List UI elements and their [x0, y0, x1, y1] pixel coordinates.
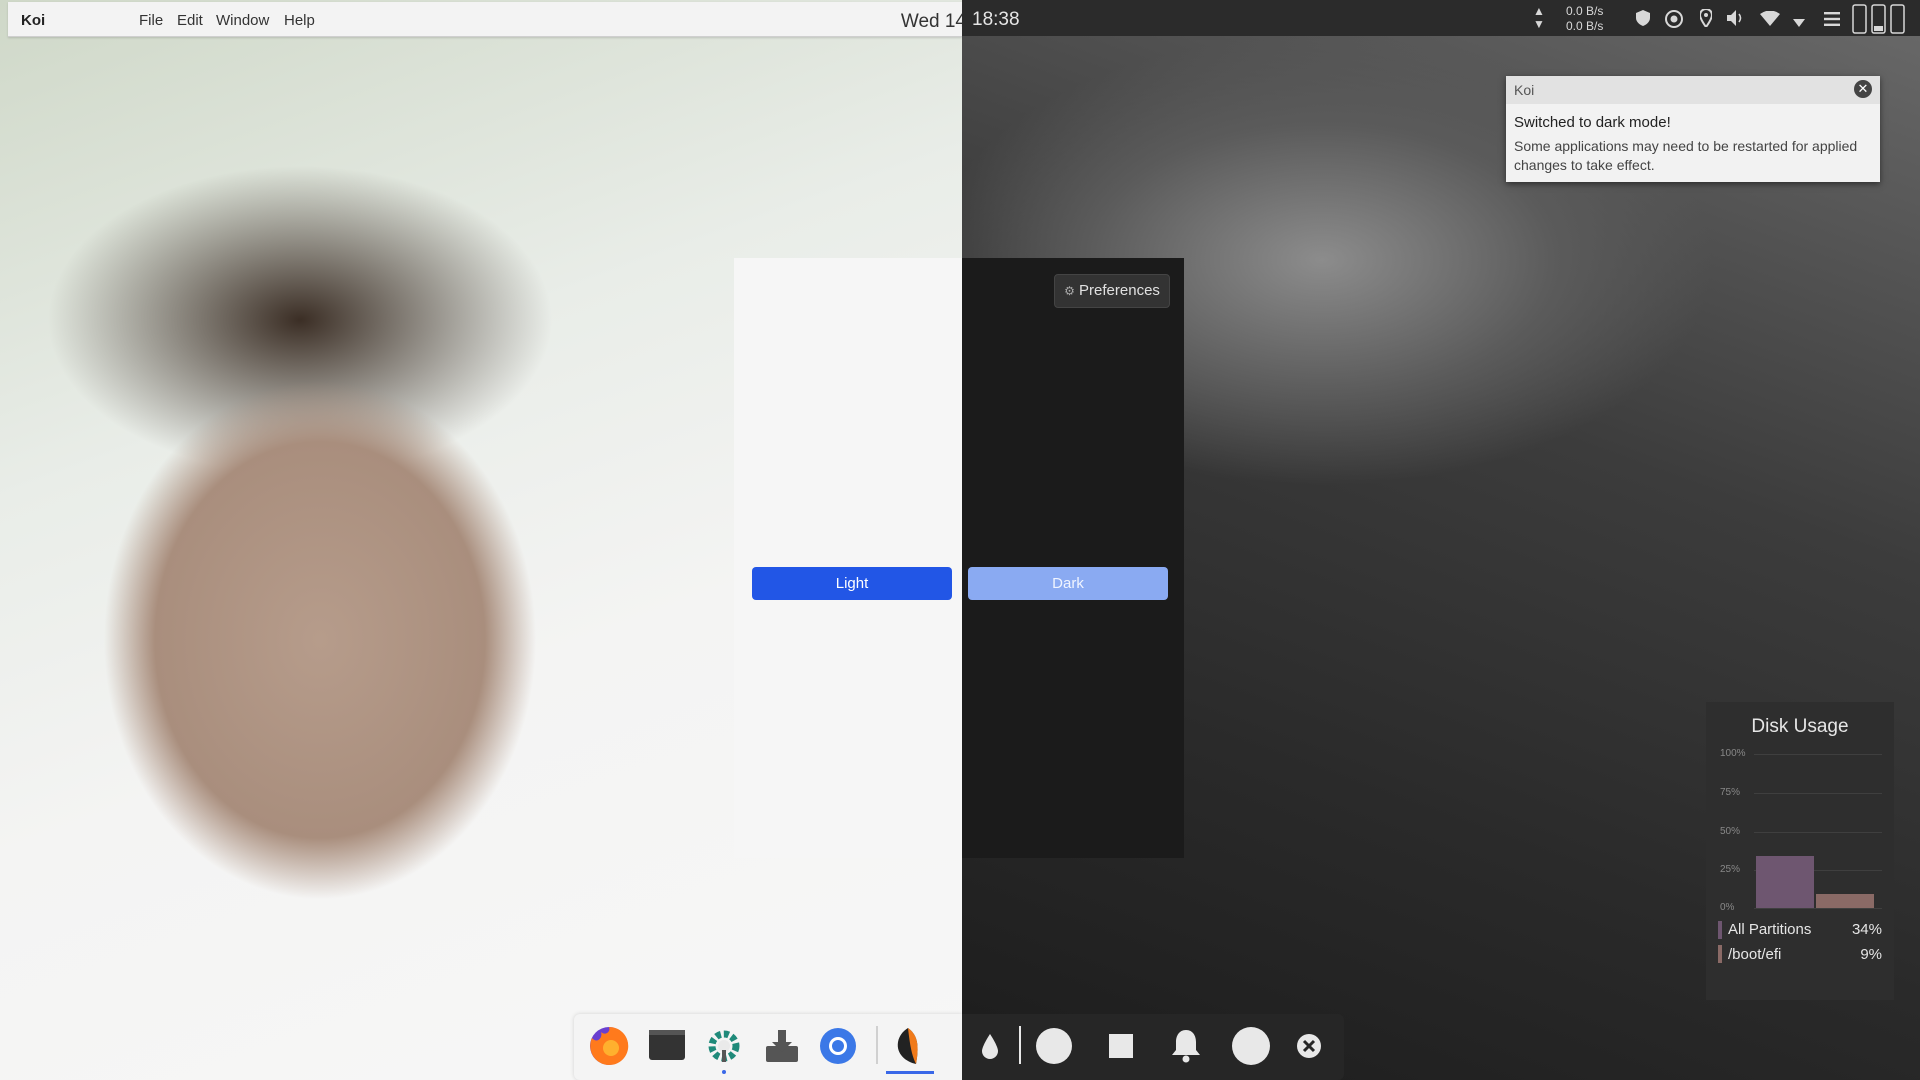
- battery-icon[interactable]: [1852, 4, 1912, 34]
- dock-separator: [1019, 1026, 1021, 1064]
- disk-usage-widget: Disk Usage 100% 75% 50% 25% 0% All Parti…: [1706, 702, 1894, 1000]
- tick-label: 25%: [1720, 864, 1741, 875]
- net-down: 0.0 B/s: [1566, 19, 1604, 33]
- active-app-indicator: [886, 1071, 934, 1074]
- dark-mode-button[interactable]: Dark: [968, 567, 1168, 600]
- circle-icon[interactable]: [1229, 1024, 1273, 1068]
- circle-icon[interactable]: [1032, 1024, 1076, 1068]
- preferences-label: Preferences: [1079, 282, 1160, 299]
- downloads-icon[interactable]: [760, 1024, 804, 1068]
- drop-icon[interactable]: [968, 1024, 1012, 1068]
- legend-value: 34%: [1851, 921, 1882, 938]
- gridline: [1754, 754, 1882, 755]
- bar-boot-efi: [1816, 894, 1874, 908]
- gridline: [1754, 793, 1882, 794]
- menu-window[interactable]: Window: [216, 2, 269, 36]
- chromium-icon[interactable]: [816, 1024, 860, 1068]
- net-arrows-icon: ▲ ▼: [1533, 4, 1545, 31]
- notification-popup[interactable]: Koi ✕ Switched to dark mode! Some applic…: [1506, 76, 1880, 182]
- tick-label: 100%: [1720, 748, 1746, 759]
- preferences-icon: ⚙: [1064, 284, 1075, 298]
- koi-window-dark-half: [962, 258, 1184, 858]
- close-circle-icon[interactable]: [1287, 1024, 1331, 1068]
- legend-swatch: [1718, 945, 1722, 963]
- top-bar-light: Koi File Edit Window Help Wed 14: [8, 2, 966, 37]
- menu-file[interactable]: File: [139, 2, 163, 36]
- close-icon[interactable]: ✕: [1854, 80, 1872, 98]
- square-icon[interactable]: [1099, 1024, 1143, 1068]
- disk-usage-title: Disk Usage: [1751, 716, 1849, 737]
- firefox-icon[interactable]: [587, 1024, 631, 1068]
- net-up: 0.0 B/s: [1566, 4, 1604, 18]
- chrome-tray-icon[interactable]: [1665, 10, 1683, 28]
- koi-icon[interactable]: [886, 1024, 930, 1068]
- clock-date[interactable]: Wed 14: [901, 2, 966, 36]
- dock-separator: [876, 1026, 878, 1064]
- net-speed: 0.0 B/s 0.0 B/s: [1566, 4, 1603, 34]
- shield-icon[interactable]: [1636, 10, 1650, 26]
- menu-help[interactable]: Help: [284, 2, 315, 36]
- settings-gear-icon[interactable]: [702, 1024, 746, 1068]
- clock-time[interactable]: 18:38: [972, 0, 1020, 36]
- bell-icon[interactable]: [1164, 1024, 1208, 1068]
- menu-edit[interactable]: Edit: [177, 2, 203, 36]
- bar-all-partitions: [1756, 855, 1814, 908]
- notification-app-name: Koi: [1514, 82, 1535, 98]
- preferences-button[interactable]: ⚙ Preferences: [1054, 274, 1170, 308]
- dropdown-icon[interactable]: [1793, 14, 1805, 27]
- gridline: [1754, 832, 1882, 833]
- legend-value: 9%: [1860, 946, 1882, 963]
- notification-header: Koi ✕: [1506, 76, 1880, 104]
- legend-label: All Partitions: [1728, 921, 1812, 938]
- app-menu-name[interactable]: Koi: [21, 2, 45, 36]
- location-icon[interactable]: [1698, 7, 1714, 29]
- volume-icon[interactable]: [1727, 10, 1745, 26]
- wifi-icon[interactable]: [1760, 10, 1780, 26]
- gridline: [1754, 908, 1882, 909]
- tick-label: 50%: [1720, 826, 1741, 837]
- hamburger-icon[interactable]: [1824, 12, 1840, 26]
- terminal-icon[interactable]: [645, 1024, 689, 1068]
- koi-window-light-half: [734, 258, 962, 858]
- light-mode-button[interactable]: Light: [752, 567, 952, 600]
- running-indicator: [722, 1070, 726, 1074]
- tick-label: 0%: [1720, 902, 1735, 913]
- legend-label: /boot/efi: [1728, 946, 1782, 963]
- notification-body: Some applications may need to be restart…: [1514, 138, 1858, 173]
- notification-title: Switched to dark mode!: [1514, 114, 1671, 131]
- legend-swatch: [1718, 921, 1722, 939]
- tick-label: 75%: [1720, 787, 1741, 798]
